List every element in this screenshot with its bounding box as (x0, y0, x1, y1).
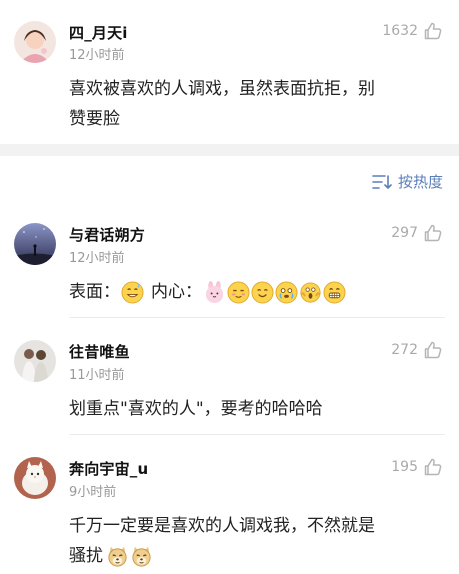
like-count: 297 (391, 225, 418, 241)
comment-line: 喜欢被喜欢的人调戏，虽然表面抗拒，别 (69, 79, 375, 99)
comment-text-part: 内心： (151, 282, 202, 302)
bunny-face-emoji (203, 280, 226, 304)
like-button[interactable]: 195 (391, 457, 443, 477)
avatar[interactable] (14, 21, 56, 63)
timestamp: 9小时前 (69, 485, 117, 500)
divider (69, 434, 445, 435)
timestamp: 12小时前 (69, 48, 125, 63)
comment-line: 千万一定要是喜欢的人调戏我，不然就是 (69, 516, 375, 536)
grin-teeth-emoji (323, 280, 346, 304)
doge-emoji (130, 545, 153, 568)
username[interactable]: 往昔唯鱼 (69, 341, 130, 362)
comment-line-with-emoji: 骚扰 (69, 541, 441, 571)
thumbs-up-icon (423, 340, 443, 360)
thumbs-up-icon (423, 21, 443, 41)
smile-emoji (251, 280, 274, 304)
avatar[interactable] (14, 223, 56, 265)
comment-item: 与君话朔方 12小时前 297 表面： 内心： (0, 213, 459, 323)
like-button[interactable]: 1632 (382, 21, 443, 41)
section-separator (0, 144, 459, 156)
blushing-emoji (227, 280, 250, 304)
thumbs-up-icon (423, 223, 443, 243)
username[interactable]: 与君话朔方 (69, 224, 145, 245)
avatar[interactable] (14, 457, 56, 499)
divider (69, 317, 445, 318)
comment-line: 骚扰 (69, 546, 103, 566)
screaming-emoji (299, 281, 322, 304)
like-count: 272 (391, 342, 418, 358)
comment-text-part: 表面： (69, 282, 120, 302)
grinning-sweat-emoji (121, 280, 144, 304)
like-button[interactable]: 272 (391, 340, 443, 360)
timestamp: 11小时前 (69, 368, 125, 383)
timestamp: 12小时前 (69, 251, 125, 266)
comment-line: 赞要脸 (69, 109, 120, 129)
like-button[interactable]: 297 (391, 223, 443, 243)
sort-icon (372, 174, 392, 190)
comment-text: 喜欢被喜欢的人调戏，虽然表面抗拒，别 赞要脸 (69, 74, 441, 134)
comment-line: 划重点"喜欢的人"，要考的哈哈哈 (69, 399, 323, 419)
tearful-emoji (275, 280, 298, 304)
doge-emoji (106, 545, 129, 568)
avatar[interactable] (14, 340, 56, 382)
comment-item: 四_月天i 12小时前 1632 喜欢被喜欢的人调戏，虽然表面抗拒，别 赞要脸 (0, 0, 459, 144)
comment-text: 划重点"喜欢的人"，要考的哈哈哈 (69, 394, 441, 424)
comment-text: 表面： 内心： (69, 277, 346, 307)
comment-text: 千万一定要是喜欢的人调戏我，不然就是 骚扰 (69, 511, 441, 571)
comment-item: 奔向宇宙_u 9小时前 195 千万一定要是喜欢的人调戏我，不然就是 骚扰 (0, 447, 459, 574)
like-count: 1632 (382, 23, 418, 39)
sort-by-hot-button[interactable]: 按热度 (372, 171, 443, 192)
comment-item: 往昔唯鱼 11小时前 272 划重点"喜欢的人"，要考的哈哈哈 (0, 330, 459, 440)
username[interactable]: 奔向宇宙_u (69, 458, 148, 479)
thumbs-up-icon (423, 457, 443, 477)
sort-label: 按热度 (397, 173, 443, 191)
like-count: 195 (391, 459, 418, 475)
username[interactable]: 四_月天i (69, 22, 128, 43)
